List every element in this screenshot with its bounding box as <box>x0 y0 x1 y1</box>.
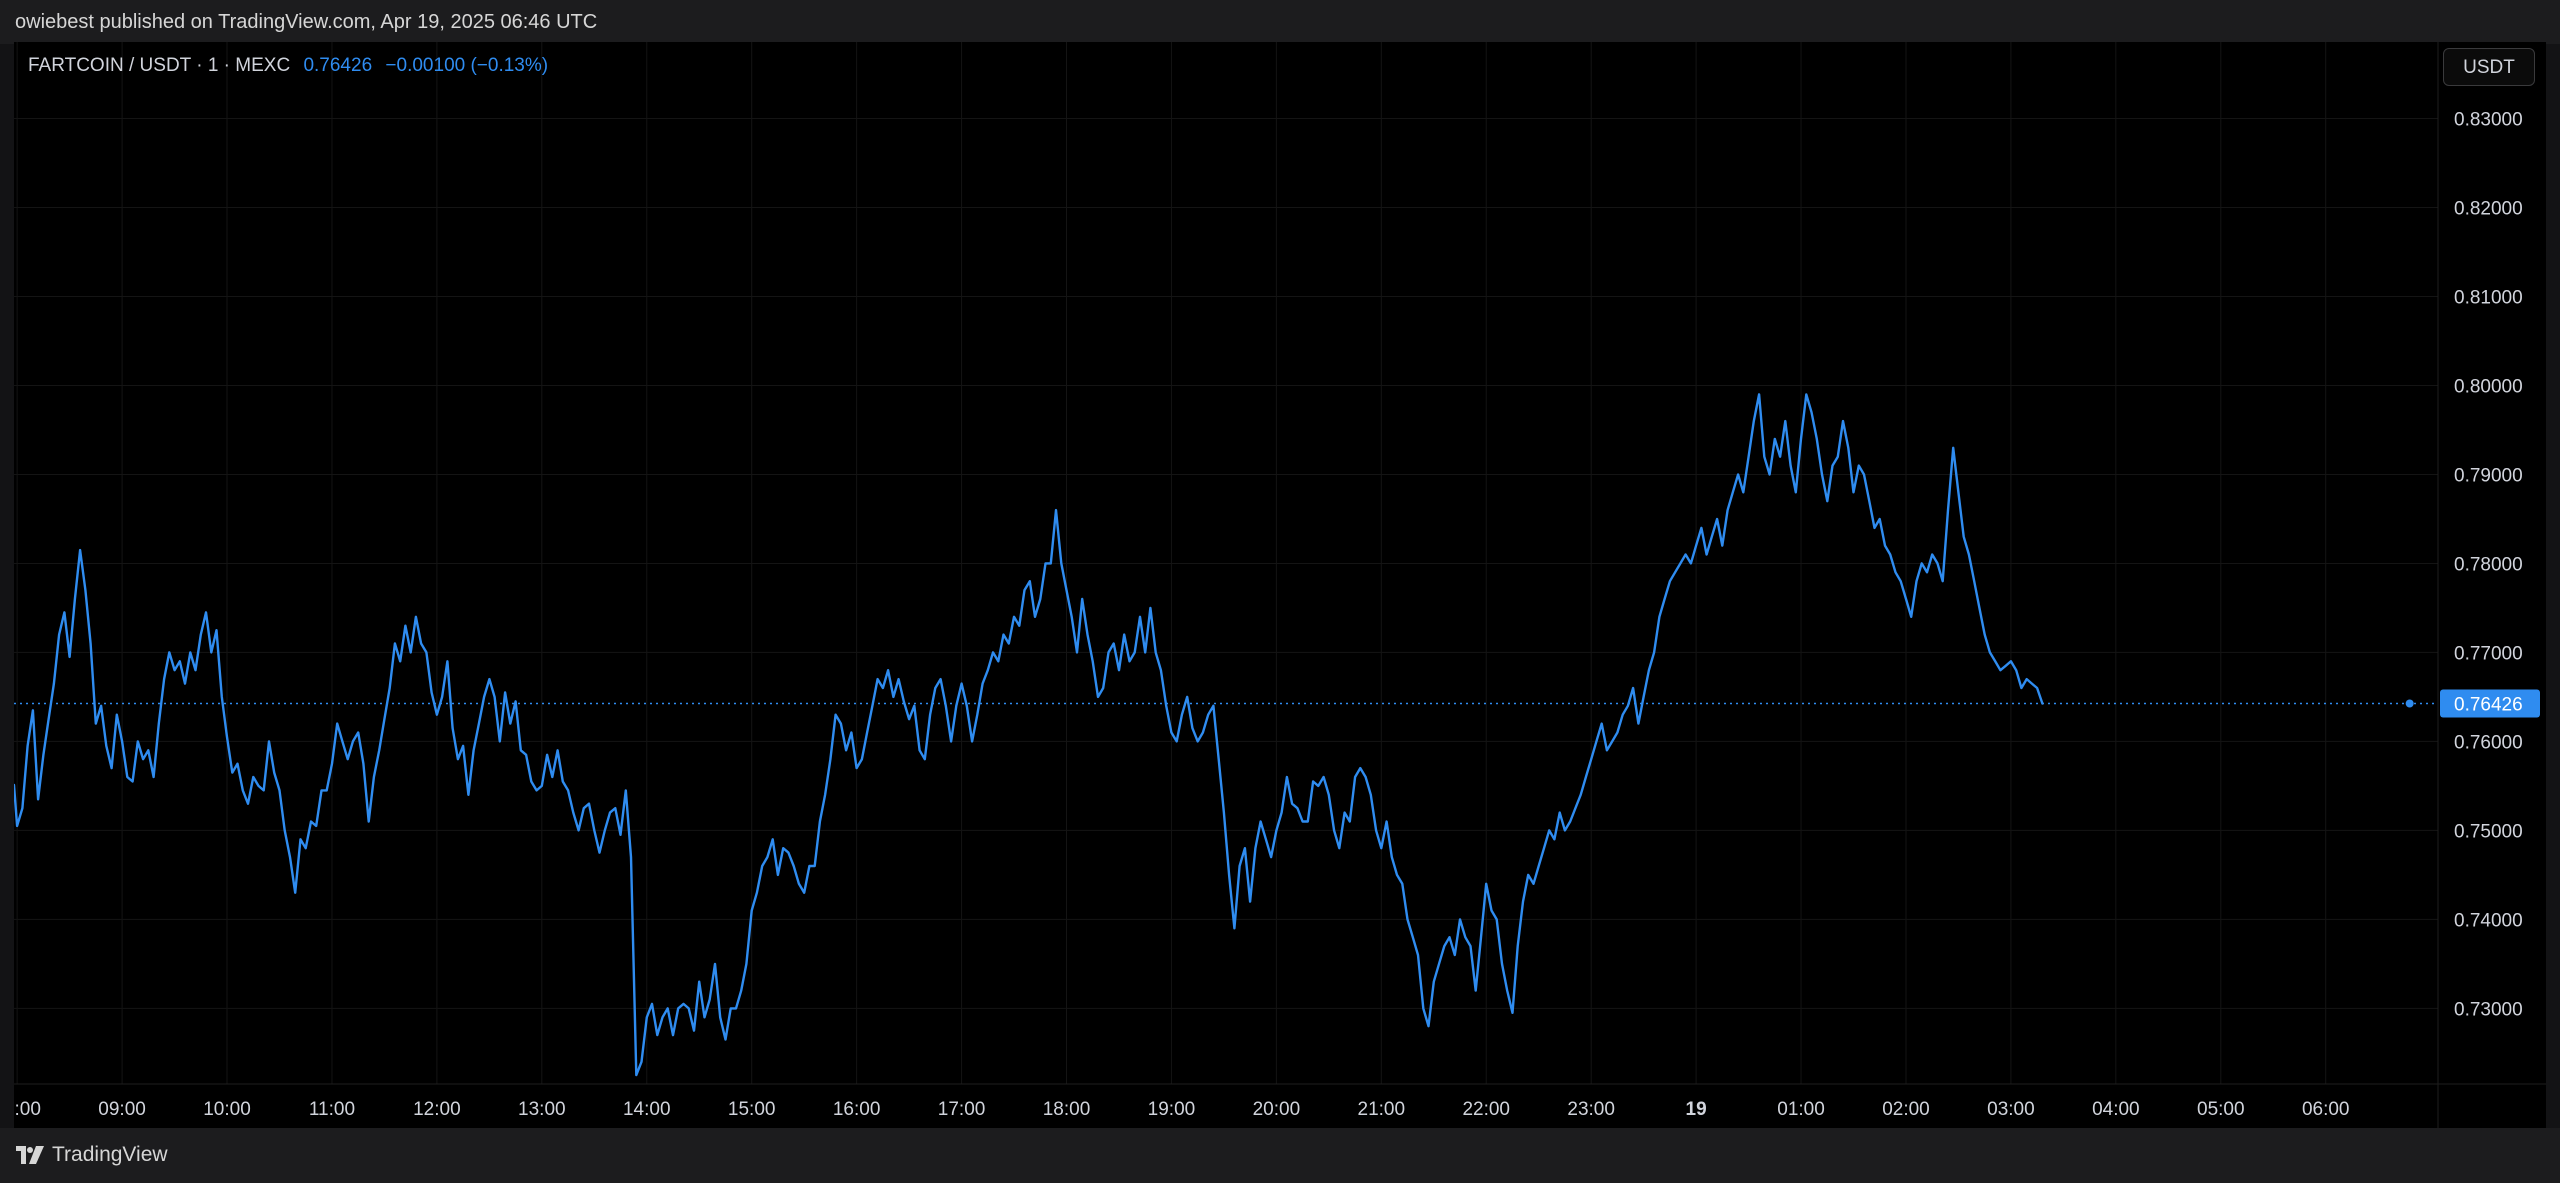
y-tick-label: 0.78000 <box>2454 554 2523 575</box>
x-tick-label: 10:00 <box>203 1099 251 1120</box>
x-tick-label: 02:00 <box>1882 1099 1930 1120</box>
y-tick-label: 0.79000 <box>2454 465 2523 486</box>
x-tick-label: 20:00 <box>1253 1099 1301 1120</box>
y-tick-label: 0.80000 <box>2454 376 2523 397</box>
x-tick-label: 18:00 <box>1043 1099 1091 1120</box>
grid <box>14 42 2438 1084</box>
published-info: owiebest published on TradingView.com, A… <box>15 11 598 33</box>
y-tick-label: 0.75000 <box>2454 821 2523 842</box>
x-tick-label: 23:00 <box>1567 1099 1615 1120</box>
x-tick-label: 08:00 <box>14 1099 41 1120</box>
y-tick-label: 0.82000 <box>2454 199 2523 220</box>
x-tick-label: 04:00 <box>2092 1099 2140 1120</box>
x-tick-label: 03:00 <box>1987 1099 2035 1120</box>
axes: 0.73000 0.74000 0.75000 0.76000 0.77000 0.780… <box>14 42 2546 1128</box>
y-tick-label: 0.77000 <box>2454 643 2523 664</box>
tradingview-brand[interactable]: TradingView <box>16 1143 168 1167</box>
x-tick-label: 21:00 <box>1358 1099 1406 1120</box>
currency-button[interactable]: USDT <box>2443 48 2535 86</box>
x-tick-label: 19 <box>1686 1099 1707 1120</box>
legend-change: −0.00100 (−0.13%) <box>385 55 549 76</box>
x-tick-label: 12:00 <box>413 1099 461 1120</box>
y-tick-label: 0.83000 <box>2454 110 2523 131</box>
x-tick-label: 17:00 <box>938 1099 986 1120</box>
x-tick-label: 15:00 <box>728 1099 776 1120</box>
last-price-tag: 0.76426 <box>2440 689 2540 718</box>
x-tick-label: 16:00 <box>833 1099 881 1120</box>
symbol-legend: FARTCOIN / USDT · 1 · MEXC 0.76426 −0.00… <box>28 55 548 77</box>
x-tick-label: 19:00 <box>1148 1099 1196 1120</box>
legend-price: 0.76426 <box>303 55 373 76</box>
y-tick-label: 0.74000 <box>2454 910 2523 931</box>
x-tick-label: 09:00 <box>98 1099 146 1120</box>
last-price-label: 0.76426 <box>2454 695 2523 716</box>
x-tick-label: 05:00 <box>2197 1099 2245 1120</box>
x-tick-label: 13:00 <box>518 1099 566 1120</box>
price-chart[interactable]: 0.73000 0.74000 0.75000 0.76000 0.77000 0.780… <box>14 42 2546 1128</box>
x-tick-label: 06:00 <box>2302 1099 2350 1120</box>
y-tick-label: 0.76000 <box>2454 732 2523 753</box>
last-price-dot <box>2405 699 2414 708</box>
brand-name: TradingView <box>52 1143 168 1166</box>
chart-area[interactable]: 0.73000 0.74000 0.75000 0.76000 0.77000 0.780… <box>14 42 2546 1128</box>
tradingview-logo-icon <box>16 1146 44 1164</box>
y-tick-label: 0.73000 <box>2454 999 2523 1020</box>
symbol-title: FARTCOIN / USDT · 1 · MEXC <box>28 55 291 76</box>
footer-bar <box>0 1128 2560 1183</box>
x-tick-label: 14:00 <box>623 1099 671 1120</box>
x-tick-label: 01:00 <box>1777 1099 1825 1120</box>
price-line <box>14 393 2044 1077</box>
y-tick-label: 0.81000 <box>2454 287 2523 308</box>
x-tick-label: 11:00 <box>309 1099 355 1120</box>
x-tick-label: 22:00 <box>1462 1099 1510 1120</box>
